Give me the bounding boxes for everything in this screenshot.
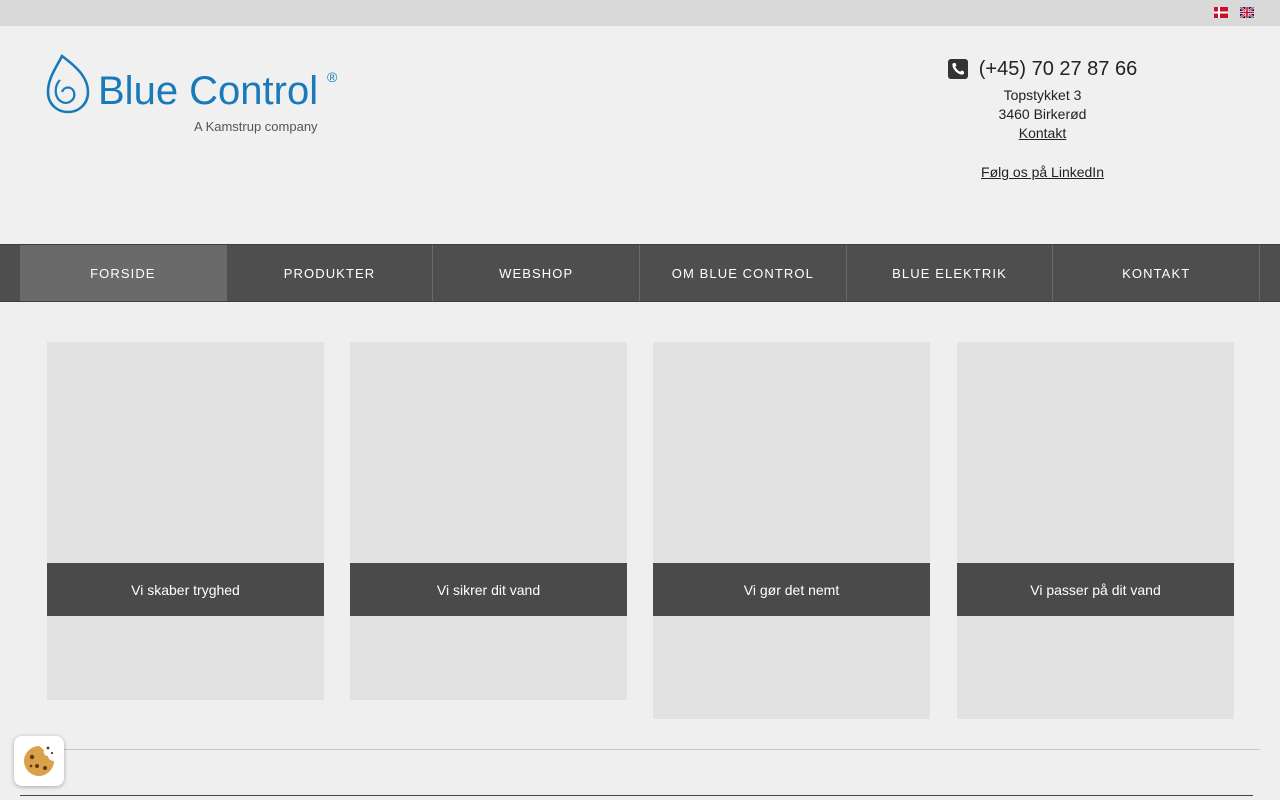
nav-item-kontakt[interactable]: KONTAKT [1053, 245, 1261, 301]
address-street: Topstykket 3 [1003, 87, 1082, 103]
uk-flag-icon[interactable] [1240, 7, 1254, 18]
address-city: 3460 Birkerød [998, 106, 1087, 122]
cookie-icon [24, 746, 54, 776]
svg-text:®: ® [327, 69, 338, 85]
svg-text:Blue Control: Blue Control [98, 69, 318, 113]
card-label[interactable]: Vi gør det nemt [653, 563, 930, 616]
feature-card-nemt[interactable]: Vi gør det nemt [653, 342, 930, 719]
card-label[interactable]: Vi skaber tryghed [47, 563, 324, 616]
nav-item-blue-elektrik[interactable]: BLUE ELEKTRIK [847, 245, 1054, 301]
main-navigation: FORSIDE PRODUKTER WEBSHOP OM BLUE CONTRO… [0, 244, 1280, 302]
nav-item-forside[interactable]: FORSIDE [20, 245, 227, 301]
feature-card-passer-paa-vand[interactable]: Vi passer på dit vand [957, 342, 1234, 719]
danish-flag-icon[interactable] [1214, 7, 1228, 18]
contact-link[interactable]: Kontakt [1019, 125, 1066, 141]
cookie-settings-button[interactable] [14, 736, 64, 786]
contact-info: (+45) 70 27 87 66 Topstykket 3 3460 Birk… [900, 56, 1185, 182]
card-label[interactable]: Vi sikrer dit vand [350, 563, 627, 616]
feature-card-sikrer-vand[interactable]: Vi sikrer dit vand [350, 342, 627, 700]
top-bar [0, 0, 1280, 26]
feature-card-tryghed[interactable]: Vi skaber tryghed [47, 342, 324, 700]
phone-number[interactable]: (+45) 70 27 87 66 [979, 56, 1137, 82]
footer-divider [20, 795, 1253, 796]
svg-text:A Kamstrup company: A Kamstrup company [194, 119, 318, 134]
nav-item-om-blue-control[interactable]: OM BLUE CONTROL [640, 245, 847, 301]
card-label[interactable]: Vi passer på dit vand [957, 563, 1234, 616]
phone-icon [947, 59, 968, 79]
blue-control-logo[interactable]: Blue Control ® A Kamstrup company [46, 54, 346, 134]
content-divider [20, 749, 1260, 750]
site-header: Blue Control ® A Kamstrup company (+45) … [0, 26, 1280, 244]
nav-item-webshop[interactable]: WEBSHOP [433, 245, 641, 301]
linkedin-link[interactable]: Følg os på LinkedIn [981, 164, 1104, 180]
nav-item-produkter[interactable]: PRODUKTER [227, 245, 434, 301]
phone-row: (+45) 70 27 87 66 [900, 56, 1185, 82]
